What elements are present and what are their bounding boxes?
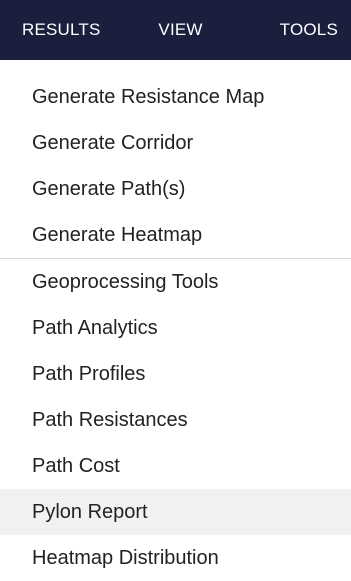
menu-view[interactable]: VIEW [158,20,279,40]
menu-bar: RESULTS VIEW TOOLS [0,0,351,60]
menu-item-heatmap-distribution[interactable]: Heatmap Distribution [0,535,351,581]
menu-item-path-cost[interactable]: Path Cost [0,443,351,489]
menu-item-generate-corridor[interactable]: Generate Corridor [0,120,351,166]
menu-item-geoprocessing-tools[interactable]: Geoprocessing Tools [0,259,351,305]
menu-item-generate-paths[interactable]: Generate Path(s) [0,166,351,212]
menu-item-generate-resistance-map[interactable]: Generate Resistance Map [0,74,351,120]
menu-tools[interactable]: TOOLS [280,20,351,40]
menu-results[interactable]: RESULTS [22,20,158,40]
results-dropdown-menu: Generate Resistance Map Generate Corrido… [0,60,351,569]
menu-item-path-resistances[interactable]: Path Resistances [0,397,351,443]
menu-item-generate-heatmap[interactable]: Generate Heatmap [0,212,351,258]
menu-item-path-profiles[interactable]: Path Profiles [0,351,351,397]
menu-item-path-analytics[interactable]: Path Analytics [0,305,351,351]
menu-item-pylon-report[interactable]: Pylon Report [0,489,351,535]
